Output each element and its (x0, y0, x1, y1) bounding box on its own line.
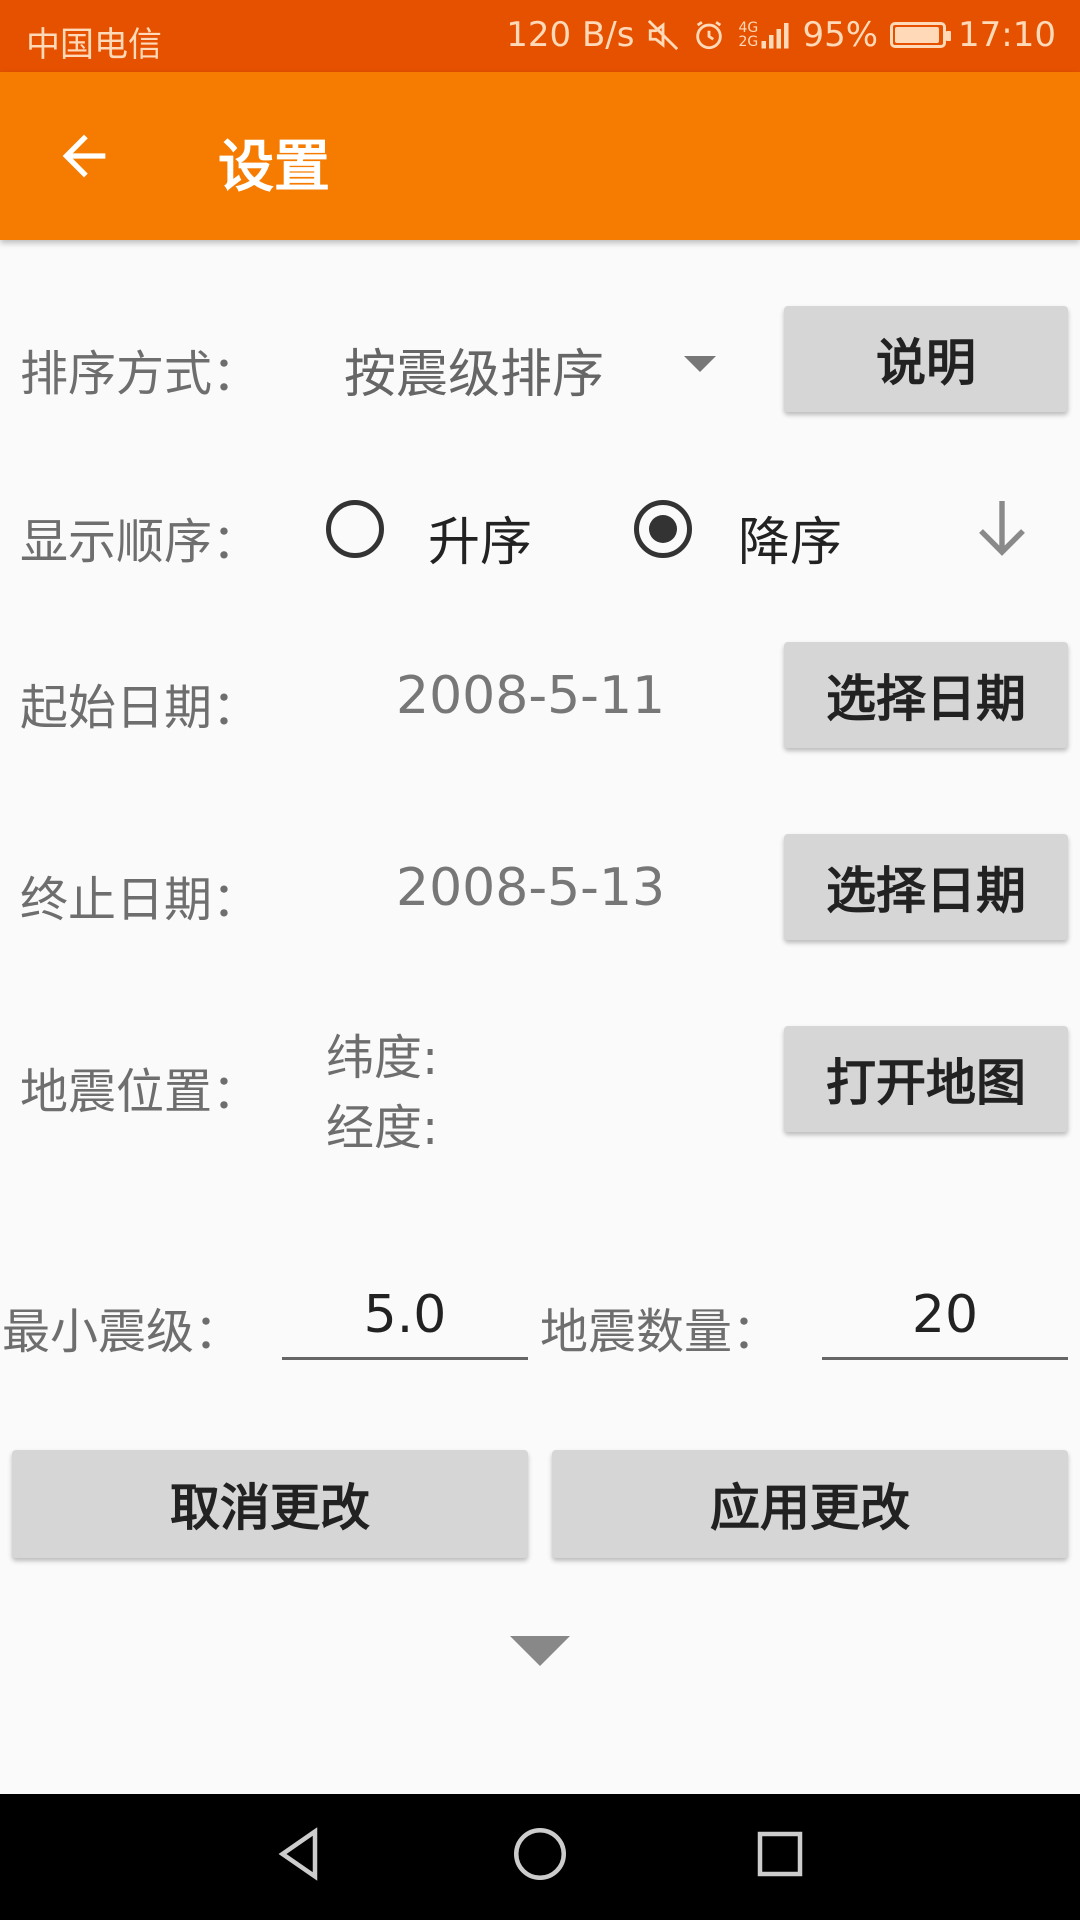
page-title: 设置 (218, 135, 330, 200)
app-bar: 设置 (0, 72, 1080, 240)
apply-changes-button[interactable]: 应用更改 (552, 1450, 1068, 1558)
start-date-pick-button[interactable]: 选择日期 (784, 642, 1068, 748)
latitude-label: 纬度: (326, 1030, 439, 1086)
radio-ascending[interactable] (326, 500, 384, 558)
cancel-changes-button[interactable]: 取消更改 (12, 1450, 528, 1558)
end-date-value: 2008-5-13 (396, 858, 666, 918)
radio-descending-label[interactable]: 降序 (738, 500, 842, 575)
net-speed: 120 B/s (506, 15, 635, 55)
status-icons: 120 B/s 4G 2G 95% 17:10 (506, 15, 1056, 55)
sort-spinner-value: 按震级排序 (344, 345, 605, 405)
end-date-pick-button[interactable]: 选择日期 (784, 834, 1068, 940)
radio-ascending-label[interactable]: 升序 (428, 500, 532, 575)
nav-back-icon[interactable] (270, 1824, 330, 1888)
signal-icon: 4G 2G (738, 20, 790, 50)
status-bar: 中国电信 120 B/s 4G 2G 95% 17:10 (0, 0, 1080, 72)
carrier-name: 中国电信 (26, 25, 162, 65)
end-date-label: 终止日期： (20, 872, 261, 928)
sort-direction-arrow-icon[interactable] (966, 492, 1038, 564)
dropdown-arrow-icon (684, 356, 716, 372)
navigation-bar (0, 1794, 1080, 1920)
quake-count-label: 地震数量： (540, 1304, 781, 1360)
battery-icon (890, 22, 952, 48)
back-arrow-icon[interactable] (52, 124, 116, 188)
sort-label: 排序方式： (20, 346, 261, 402)
location-label: 地震位置： (20, 1064, 261, 1120)
min-magnitude-input[interactable]: 5.0 (282, 1280, 528, 1360)
mute-icon (646, 18, 680, 52)
start-date-label: 起始日期： (20, 680, 261, 736)
start-date-value: 2008-5-11 (396, 666, 666, 726)
battery-percent: 95% (802, 15, 879, 55)
min-magnitude-label: 最小震级： (2, 1304, 243, 1360)
network-type: 4G 2G (738, 20, 759, 50)
clock: 17:10 (958, 15, 1056, 55)
radio-selected-dot (649, 515, 677, 543)
quake-count-input[interactable]: 20 (822, 1280, 1068, 1360)
radio-descending[interactable] (634, 500, 692, 558)
nav-home-icon[interactable] (510, 1824, 570, 1888)
alarm-icon (692, 18, 726, 52)
nav-recents-icon[interactable] (750, 1824, 810, 1888)
help-button[interactable]: 说明 (784, 306, 1068, 412)
sort-spinner[interactable]: 按震级排序 (330, 320, 720, 410)
order-label: 显示顺序： (20, 514, 261, 570)
expand-arrow-icon[interactable] (510, 1636, 570, 1666)
longitude-label: 经度: (326, 1100, 439, 1156)
open-map-button[interactable]: 打开地图 (784, 1026, 1068, 1132)
